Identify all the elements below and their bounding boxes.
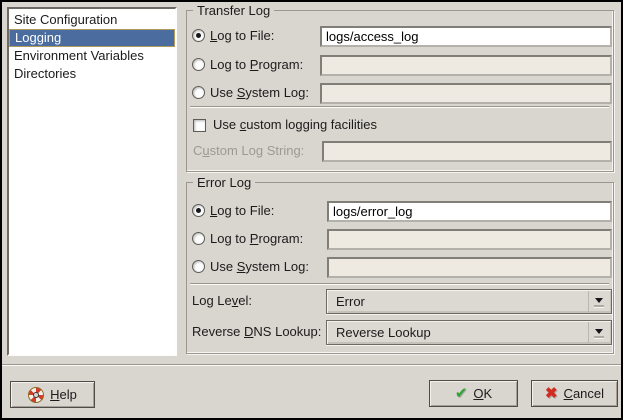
reverse-dns-value: Reverse Lookup [336,325,431,340]
log-level-dropdown-button[interactable] [588,291,610,312]
error-use-system-log-radio[interactable] [192,260,205,273]
ok-button-label: OK [473,386,492,401]
error-frame-separator [190,283,609,284]
combo-bar-icon [594,305,604,307]
transfer-system-log-input [320,83,612,104]
error-log-to-program-radio[interactable] [192,232,205,245]
error-system-log-input [327,257,612,278]
transfer-log-legend: Transfer Log [193,3,274,18]
cancel-button[interactable]: ✖ Cancel [531,380,618,407]
chevron-down-icon [595,329,603,334]
error-log-to-file-radio[interactable] [192,204,205,217]
log-level-value: Error [336,294,365,309]
error-log-program-input [327,229,612,250]
category-list[interactable]: Site Configuration Logging Environment V… [7,7,177,356]
log-level-label: Log Level: [192,293,252,309]
transfer-use-system-log-label: Use System Log: [210,85,309,101]
custom-log-string-label: Custom Log String: [193,143,304,159]
help-lifebuoy-icon [28,387,44,403]
sidebar-item-directories[interactable]: Directories [9,65,175,83]
transfer-log-to-program-radio[interactable] [192,58,205,71]
error-log-to-program-label: Log to Program: [210,231,303,247]
help-button-label: Help [50,387,77,402]
transfer-log-to-file-radio[interactable] [192,29,205,42]
sidebar-item-environment-variables[interactable]: Environment Variables [9,47,175,65]
cancel-button-label: Cancel [564,386,604,401]
reverse-dns-label: Reverse DNS Lookup: [192,324,321,340]
error-use-system-log-label: Use System Log: [210,259,309,275]
transfer-log-to-file-label: Log to File: [210,28,274,44]
use-custom-logging-checkbox[interactable] [193,119,206,132]
ok-button[interactable]: ✔ OK [429,380,518,407]
check-icon: ✔ [455,386,468,401]
reverse-dns-dropdown-button[interactable] [588,322,610,343]
reverse-dns-dropdown[interactable]: Reverse Lookup [326,320,612,345]
error-log-file-input[interactable] [327,201,612,222]
sidebar-item-site-configuration[interactable]: Site Configuration [9,11,175,29]
error-log-legend: Error Log [193,175,255,190]
custom-log-string-input [322,141,612,162]
transfer-use-system-log-radio[interactable] [192,86,205,99]
transfer-log-file-input[interactable] [320,26,612,47]
transfer-log-program-input [320,55,612,76]
use-custom-logging-label: Use custom logging facilities [213,117,377,133]
x-icon: ✖ [545,386,558,401]
combo-bar-icon [594,336,604,338]
chevron-down-icon [595,298,603,303]
help-button[interactable]: Help [10,381,95,408]
action-area-separator [2,364,621,365]
logging-config-dialog: Site Configuration Logging Environment V… [0,0,623,420]
transfer-frame-separator [190,106,609,107]
error-log-to-file-label: Log to File: [210,203,274,219]
sidebar-item-logging[interactable]: Logging [9,29,175,47]
log-level-dropdown[interactable]: Error [326,289,612,314]
transfer-log-to-program-label: Log to Program: [210,57,303,73]
